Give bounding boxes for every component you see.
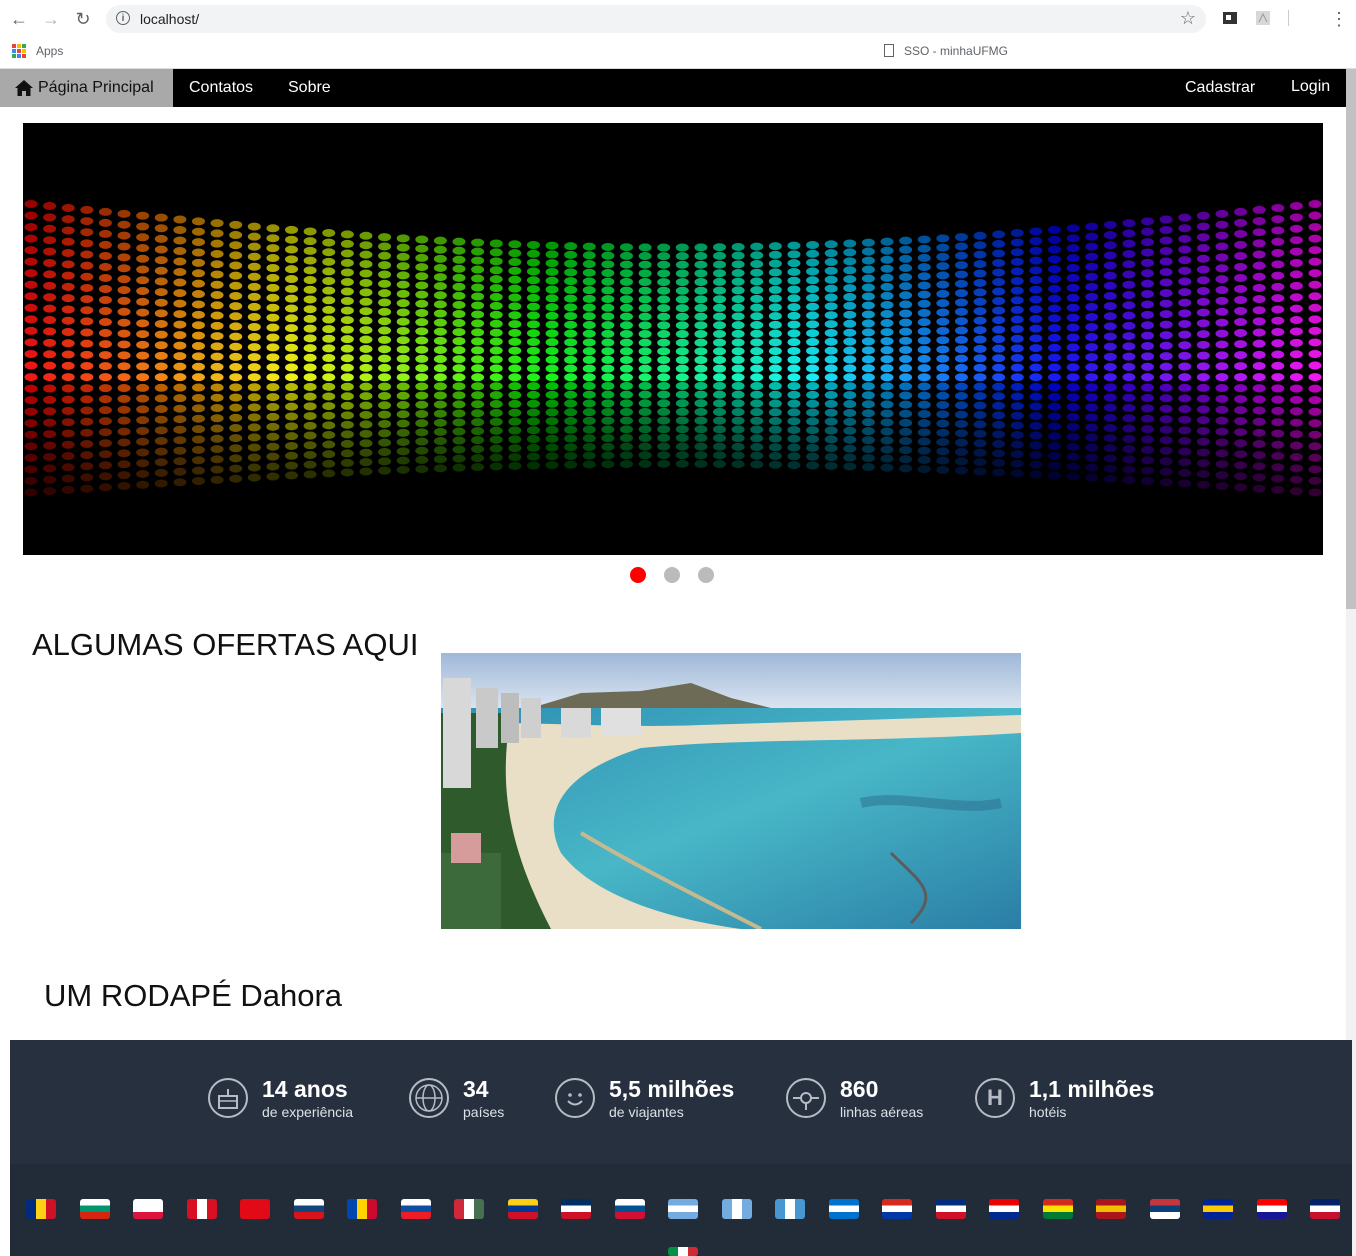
country-flag-icon[interactable] xyxy=(400,1199,431,1219)
browser-menu-icon[interactable]: ⋮ xyxy=(1330,8,1348,30)
toolbar-divider xyxy=(1288,10,1289,26)
country-flag-icon[interactable] xyxy=(935,1199,966,1219)
country-flag-icon[interactable] xyxy=(1203,1199,1233,1219)
scrollbar-thumb[interactable] xyxy=(1346,69,1356,609)
country-flag-icon[interactable] xyxy=(668,1199,698,1219)
country-flag-icon[interactable] xyxy=(882,1199,912,1219)
page-icon xyxy=(884,44,894,57)
country-flag-icon[interactable] xyxy=(561,1199,591,1219)
home-icon xyxy=(15,80,33,96)
airline-icon xyxy=(786,1078,826,1118)
country-flag-icon[interactable] xyxy=(1096,1199,1126,1219)
country-flag-icon[interactable] xyxy=(989,1199,1019,1219)
site-navbar: Página Principal Contatos Sobre Cadastra… xyxy=(0,69,1346,107)
country-flag-icon[interactable] xyxy=(133,1199,163,1219)
info-icon[interactable]: i xyxy=(116,11,130,25)
smiley-icon xyxy=(555,1078,595,1118)
slider-dot-2[interactable] xyxy=(664,567,680,583)
country-flag-icon[interactable] xyxy=(240,1199,270,1219)
country-flag-icon[interactable] xyxy=(668,1247,698,1256)
url-text[interactable]: localhost/ xyxy=(140,11,199,27)
country-flag-icon[interactable] xyxy=(1256,1199,1287,1219)
nav-login[interactable]: Login xyxy=(1291,78,1330,96)
nav-sobre[interactable]: Sobre xyxy=(288,79,331,97)
apps-grid-icon[interactable] xyxy=(12,44,26,58)
country-flag-icon[interactable] xyxy=(1310,1199,1340,1219)
globe-icon xyxy=(409,1078,449,1118)
country-flag-icon[interactable] xyxy=(347,1199,377,1219)
hotel-icon: H xyxy=(975,1078,1015,1118)
address-bar[interactable]: i localhost/ ☆ xyxy=(106,5,1206,33)
country-flag-icon[interactable] xyxy=(775,1199,805,1219)
stat-label: hotéis xyxy=(1029,1104,1067,1120)
nav-cadastrar[interactable]: Cadastrar xyxy=(1185,79,1255,97)
country-flag-icon[interactable] xyxy=(79,1199,110,1219)
stat-label: linhas aéreas xyxy=(840,1104,924,1120)
cake-icon xyxy=(208,1078,248,1118)
nav-home-label: Página Principal xyxy=(38,79,154,96)
offers-heading: ALGUMAS OFERTAS AQUI xyxy=(32,627,419,662)
nav-home[interactable]: Página Principal xyxy=(0,69,173,107)
hero-slider-image[interactable] xyxy=(23,123,1323,555)
stat-label: países xyxy=(463,1104,505,1120)
browser-toolbar: ← → ↻ i localhost/ ☆ ⋮ xyxy=(0,0,1356,38)
slider-dot-1[interactable] xyxy=(630,567,646,583)
apps-bookmark[interactable]: Apps xyxy=(36,44,63,58)
offer-beach-image[interactable] xyxy=(441,653,1021,929)
stats-band: 14 anos de experiência 34 países 5,5 mil… xyxy=(10,1040,1352,1164)
extension-icon[interactable] xyxy=(1222,10,1238,26)
stat-value: 5,5 milhões xyxy=(609,1076,735,1102)
stat-value: 34 xyxy=(463,1076,489,1102)
country-flag-icon[interactable] xyxy=(1149,1199,1180,1219)
footer-heading: UM RODAPÉ Dahora xyxy=(44,978,343,1013)
rainbow-dots-graphic xyxy=(24,200,1322,497)
back-arrow-icon[interactable]: ← xyxy=(8,8,30,30)
nav-contatos[interactable]: Contatos xyxy=(189,79,253,97)
slider-dot-3[interactable] xyxy=(698,567,714,583)
bookmark-star-icon[interactable]: ☆ xyxy=(1180,8,1196,29)
stat-value: 14 anos xyxy=(262,1076,348,1102)
country-flag-icon[interactable] xyxy=(1042,1199,1073,1219)
forward-arrow-icon[interactable]: → xyxy=(40,8,62,30)
stat-value: 860 xyxy=(840,1076,879,1102)
country-flag-icon[interactable] xyxy=(186,1199,217,1219)
country-flag-icon[interactable] xyxy=(26,1199,56,1219)
country-flag-icon[interactable] xyxy=(507,1199,538,1219)
stat-label: de viajantes xyxy=(609,1104,684,1120)
stat-label: de experiência xyxy=(262,1104,354,1120)
country-flag-icon[interactable] xyxy=(454,1199,484,1219)
bookmarks-bar: Apps SSO - minhaUFMG xyxy=(0,38,1356,69)
country-flag-icon[interactable] xyxy=(293,1199,324,1219)
country-flag-icon[interactable] xyxy=(828,1199,859,1219)
country-flag-icon[interactable] xyxy=(614,1199,645,1219)
country-flag-icon[interactable] xyxy=(721,1199,752,1219)
pdf-extension-icon[interactable] xyxy=(1255,10,1271,26)
reload-icon[interactable]: ↻ xyxy=(72,8,94,30)
stat-value: 1,1 milhões xyxy=(1029,1076,1155,1102)
sso-bookmark[interactable]: SSO - minhaUFMG xyxy=(904,44,1008,58)
footer: 14 anos de experiência 34 países 5,5 mil… xyxy=(10,1040,1352,1256)
